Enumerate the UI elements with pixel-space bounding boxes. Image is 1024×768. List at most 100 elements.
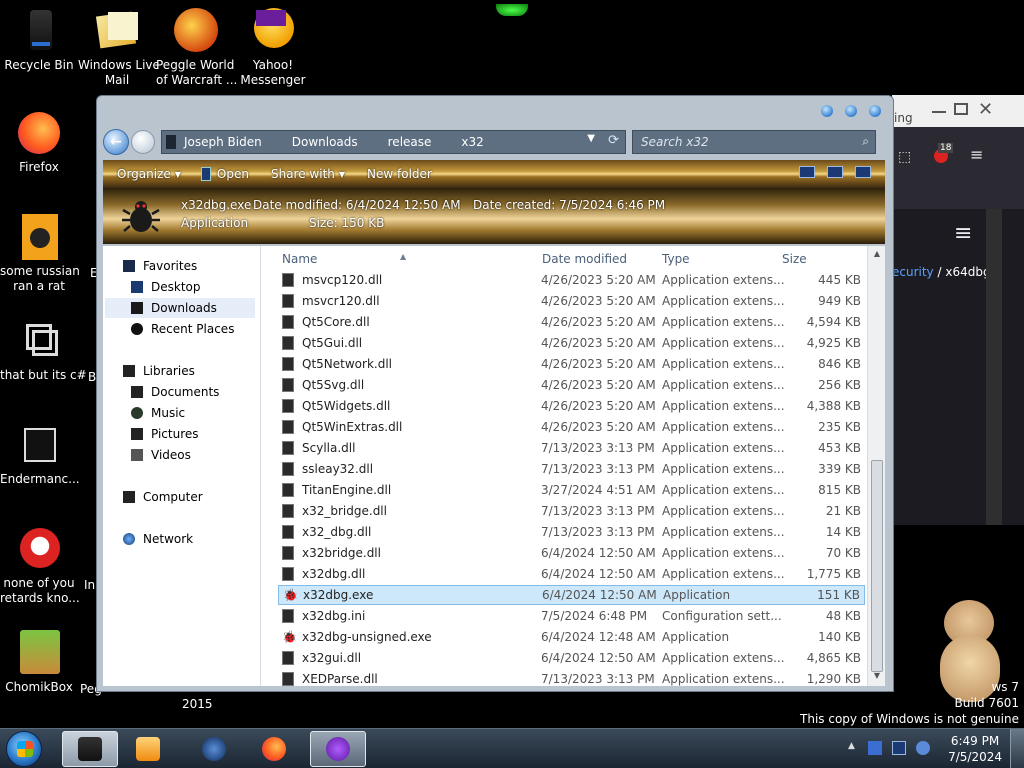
column-date-modified[interactable]: Date modified <box>542 252 627 266</box>
forward-button[interactable] <box>131 130 155 154</box>
address-bar[interactable]: Joseph Biden Downloads release x32 ▼ ⟳ <box>161 130 626 154</box>
file-row[interactable]: Qt5Gui.dll 4/26/2023 5:20 AM Application e… <box>278 333 865 353</box>
desktop-icon-that-but-its-csharp[interactable]: that but its c# <box>0 318 87 383</box>
file-row[interactable]: 🐞 x32dbg-unsigned.exe 6/4/2024 12:48 AM App… <box>278 627 865 647</box>
column-type[interactable]: Type <box>662 252 690 266</box>
organize-button[interactable]: Organize ▼ <box>117 167 181 181</box>
nav-favorites[interactable]: Favorites <box>123 256 197 276</box>
start-button[interactable] <box>6 731 42 767</box>
breadcrumb-link[interactable]: ecurity <box>892 265 934 279</box>
desktop-icon-label: Windows Live <box>78 58 160 72</box>
file-row[interactable]: Qt5Network.dll 4/26/2023 5:20 AM Applicati… <box>278 354 865 374</box>
file-row[interactable]: Qt5Core.dll 4/26/2023 5:20 AM Application … <box>278 312 865 332</box>
taskbar-firefox[interactable] <box>246 731 302 767</box>
file-size: 4,388 KB <box>806 399 861 413</box>
tray-network-icon[interactable] <box>868 741 882 755</box>
tray-display-icon[interactable] <box>892 741 906 755</box>
tray-volume-icon[interactable] <box>916 741 930 755</box>
nav-pictures[interactable]: Pictures <box>131 424 199 444</box>
nav-documents[interactable]: Documents <box>131 382 219 402</box>
file-row[interactable]: TitanEngine.dll 3/27/2024 4:51 AM Applicat… <box>278 480 865 500</box>
file-row[interactable]: x32bridge.dll 6/4/2024 12:50 AM Applicatio… <box>278 543 865 563</box>
nav-libraries[interactable]: Libraries <box>123 361 195 381</box>
file-row[interactable]: Qt5Widgets.dll 4/26/2023 5:20 AM Applicati… <box>278 396 865 416</box>
help-icon[interactable] <box>855 166 871 178</box>
share-with-button[interactable]: Share with ▼ <box>271 167 345 181</box>
folder-icon <box>166 135 176 149</box>
desktop-icon-yahoo-messenger[interactable]: Yahoo! Messenger <box>234 8 312 88</box>
file-row[interactable]: x32_bridge.dll 7/13/2023 3:13 PM Applicati… <box>278 501 865 521</box>
column-name[interactable]: Name <box>282 252 317 266</box>
vertical-scrollbar[interactable]: ▲ ▼ <box>867 246 885 686</box>
search-box[interactable]: Search x32 ⌕ <box>632 130 876 154</box>
column-size[interactable]: Size <box>782 252 807 266</box>
explorer-titlebar[interactable] <box>97 96 893 126</box>
nav-network[interactable]: Network <box>123 529 193 549</box>
file-row[interactable]: msvcp120.dll 4/26/2023 5:20 AM Application… <box>278 270 865 290</box>
open-button[interactable]: Open <box>200 167 249 181</box>
minimize-button[interactable] <box>821 105 833 117</box>
file-row[interactable]: x32dbg.ini 7/5/2024 6:48 PM Configuration … <box>278 606 865 626</box>
file-row[interactable]: x32dbg.dll 6/4/2024 12:50 AM Application e… <box>278 564 865 584</box>
desktop-icon-some-russian[interactable]: some russian ran a rat <box>0 214 80 294</box>
file-row-selected[interactable]: 🐞 x32dbg.exe 6/4/2024 12:50 AM Application 1… <box>278 585 865 605</box>
file-row[interactable]: ssleay32.dll 7/13/2023 3:13 PM Application… <box>278 459 865 479</box>
nav-videos[interactable]: Videos <box>131 445 191 465</box>
preview-pane-icon[interactable] <box>827 166 843 178</box>
desktop-icon-recycle-bin[interactable]: Recycle Bin <box>0 8 78 73</box>
search-input[interactable]: Search x32 <box>641 135 709 149</box>
taskbar-media-player[interactable] <box>120 731 176 767</box>
file-row[interactable]: msvcr120.dll 4/26/2023 5:20 AM Application… <box>278 291 865 311</box>
clock[interactable]: 6:49 PM 7/5/2024 <box>948 733 1002 765</box>
breadcrumb-x32[interactable]: x32 <box>461 135 483 149</box>
breadcrumb-release[interactable]: release <box>388 135 432 149</box>
explorer-window[interactable]: ← Joseph Biden Downloads release x32 ▼ ⟳… <box>96 95 894 692</box>
extensions-icon[interactable]: ⬚ <box>898 149 911 165</box>
nav-desktop[interactable]: Desktop <box>131 277 201 297</box>
hamburger-icon[interactable]: ≡ <box>954 221 972 246</box>
view-options-icon[interactable] <box>799 166 815 178</box>
close-button[interactable] <box>869 105 881 117</box>
file-date: 6/4/2024 12:50 AM <box>541 651 656 665</box>
nav-recent-places[interactable]: Recent Places <box>131 319 234 339</box>
file-row[interactable]: x32gui.dll 6/4/2024 12:50 AM Application e… <box>278 648 865 668</box>
menu-icon[interactable]: ≡ <box>970 145 983 164</box>
desktop-icon-none-of-you[interactable]: none of you retards kno... <box>0 526 80 606</box>
nav-downloads[interactable]: Downloads <box>105 298 255 318</box>
scrollbar-thumb[interactable] <box>871 460 883 672</box>
breadcrumb-joseph-biden[interactable]: Joseph Biden <box>184 135 262 149</box>
file-row[interactable]: x32_dbg.dll 7/13/2023 3:13 PM Application … <box>278 522 865 542</box>
search-icon[interactable]: ⌕ <box>862 134 869 149</box>
taskbar-app[interactable] <box>310 731 366 767</box>
maximize-icon[interactable] <box>954 103 968 115</box>
file-row[interactable]: XEDParse.dll 7/13/2023 3:13 PM Application… <box>278 669 865 686</box>
browser-scrollbar[interactable] <box>986 209 1002 525</box>
maximize-button[interactable] <box>845 105 857 117</box>
scroll-up-icon[interactable]: ▲ <box>871 249 883 261</box>
details-file-name: x32dbg.exe <box>181 198 252 212</box>
nav-music[interactable]: Music <box>131 403 185 423</box>
desktop-icon-endermanc[interactable]: Endermanc... <box>0 422 80 487</box>
refresh-icon[interactable]: ⟳ <box>608 133 619 148</box>
file-row[interactable]: Qt5Svg.dll 4/26/2023 5:20 AM Application e… <box>278 375 865 395</box>
tray-expand-icon[interactable]: ▲ <box>848 741 855 751</box>
file-size: 4,594 KB <box>806 315 861 329</box>
desktop-icon-firefox[interactable]: Firefox <box>0 110 78 175</box>
minimize-icon[interactable] <box>932 111 946 113</box>
desktop-icon-chomikbox[interactable]: ChomikBox <box>0 630 78 695</box>
taskbar-explorer[interactable] <box>62 731 118 767</box>
chevron-down-icon[interactable]: ▼ <box>587 133 595 144</box>
desktop-icon-peggle[interactable]: Peggle World of Warcraft ... <box>156 8 237 88</box>
show-desktop-button[interactable] <box>1010 729 1024 768</box>
close-icon[interactable]: ✕ <box>978 99 993 120</box>
taskbar-browser[interactable] <box>186 731 242 767</box>
breadcrumb-downloads[interactable]: Downloads <box>292 135 358 149</box>
file-row[interactable]: Scylla.dll 7/13/2023 3:13 PM Application e… <box>278 438 865 458</box>
file-row[interactable]: Qt5WinExtras.dll 4/26/2023 5:20 AM Applica… <box>278 417 865 437</box>
desktop-icon-windows-live-mail[interactable]: Windows Live Mail <box>78 8 160 88</box>
browser-window-background[interactable]: ing ✕ ⬚ 18 ≡ ≡ ecurity / x64dbg <box>892 95 1024 525</box>
scroll-down-icon[interactable]: ▼ <box>871 671 883 683</box>
nav-computer[interactable]: Computer <box>123 487 203 507</box>
back-button[interactable]: ← <box>103 129 129 155</box>
new-folder-button[interactable]: New folder <box>367 167 432 181</box>
